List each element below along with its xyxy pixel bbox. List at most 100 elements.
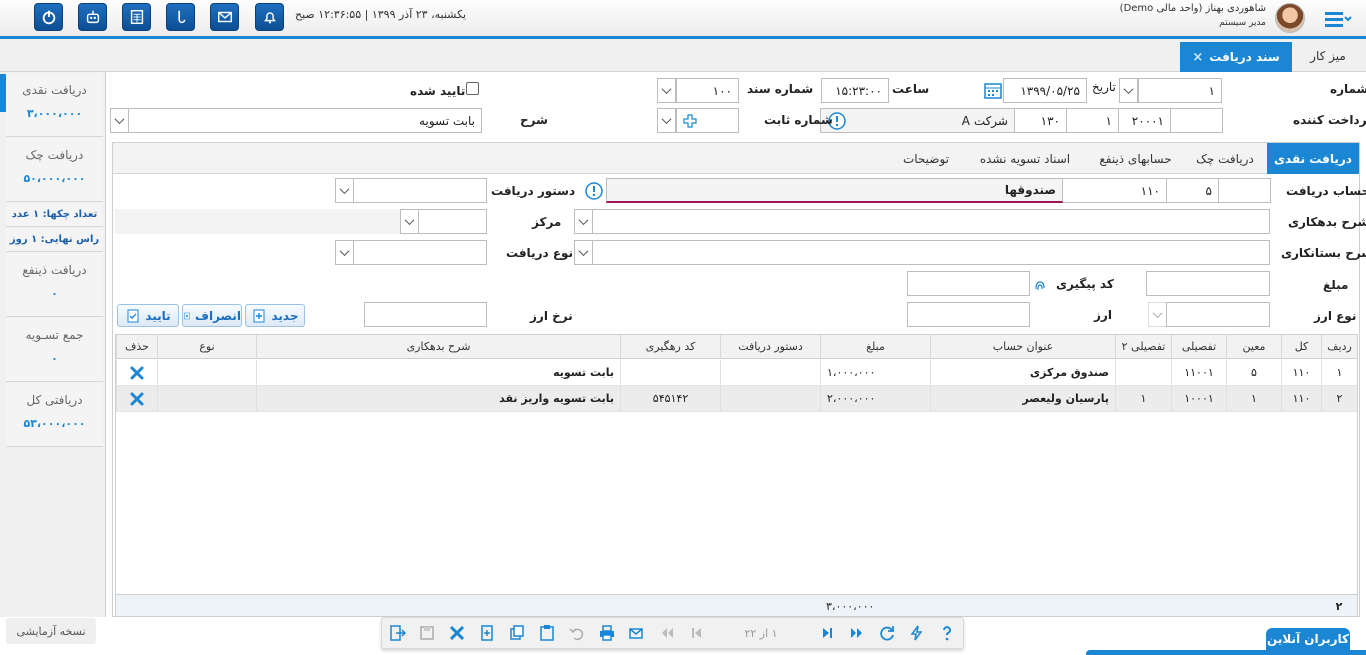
help-button[interactable] [934,620,960,646]
avatar[interactable] [1275,3,1305,33]
subtab-notes[interactable]: توضیحات [890,143,962,174]
calculator-button[interactable] [122,3,151,31]
doc-number-field[interactable]: ۱۰۰ [676,78,739,103]
currency-type-dropdown[interactable] [1148,302,1167,327]
payer-code-field[interactable] [1170,108,1223,133]
payer-label: پرداخت کننده [1293,113,1366,127]
footer-amount-sum: ۳،۰۰۰،۰۰۰ [826,599,875,613]
new-row-button[interactable]: جدید [245,304,305,327]
receive-order-dropdown[interactable] [335,178,354,203]
description-dropdown[interactable] [110,108,129,133]
delete-x-icon [130,366,144,379]
tracking-code-button[interactable] [1032,278,1048,294]
tracking-code-field[interactable] [907,271,1030,296]
online-users-button[interactable]: کاربران آنلاین [1266,628,1350,650]
delete-row-button[interactable] [116,360,157,386]
account-ledger-field[interactable]: ۱۱۰ [1062,178,1167,203]
power-button[interactable] [34,3,63,31]
payer-detail-field[interactable]: ۲۰۰۰۱ [1118,108,1171,133]
debit-description-field[interactable] [592,209,1270,234]
exchange-rate-field[interactable] [364,302,487,327]
receive-type-field[interactable] [353,240,487,265]
credit-description-dropdown[interactable] [574,240,593,265]
support-button[interactable] [78,3,107,31]
print-button[interactable] [594,620,620,646]
fixed-number-field[interactable] [676,108,739,133]
receive-type-dropdown[interactable] [335,240,354,265]
receive-order-field[interactable] [353,178,487,203]
column-header-type[interactable]: نوع [157,335,256,359]
summary-cash-value: ۳،۰۰۰،۰۰۰ [26,107,83,120]
payer-ledger-field[interactable]: ۱۳۰ [1014,108,1067,133]
column-header-debit-desc[interactable]: شرح بدهکاری [256,335,620,359]
column-header-tafsili2[interactable]: تفصیلی ۲ [1115,335,1171,359]
new-doc-button[interactable] [474,620,500,646]
payer-subledger-field[interactable]: ۱ [1066,108,1119,133]
doc-number-dropdown[interactable] [657,78,676,103]
credit-description-field[interactable] [592,240,1270,265]
time-field[interactable]: ۱۵:۲۳:۰۰ [821,78,889,103]
save-button[interactable] [414,620,440,646]
paste-button[interactable] [534,620,560,646]
exchange-rate-label: نرخ ارز [530,309,573,323]
cell-account-title: صندوق مرکزی [930,360,1115,386]
column-header-account-title[interactable]: عنوان حساب [930,335,1115,359]
previous-record-button[interactable] [684,620,710,646]
amount-field[interactable] [1146,271,1270,296]
number-dropdown[interactable] [1119,78,1138,103]
delete-row-button[interactable] [116,386,157,412]
column-header-moein[interactable]: معین [1226,335,1281,359]
exit-button[interactable] [384,620,410,646]
tab-receipt-doc-label: سند دریافت [1209,50,1280,64]
column-header-tracking[interactable]: کد رهگیری [620,335,720,359]
subtab-check[interactable]: دریافت چک [1186,143,1264,174]
quick-action-button[interactable] [904,620,930,646]
column-header-tafsili[interactable]: تفصیلی [1171,335,1226,359]
column-header-amount[interactable]: مبلغ [820,335,930,359]
currency-field[interactable] [907,302,1030,327]
fixed-number-dropdown[interactable] [657,108,676,133]
column-header-delete[interactable]: حذف [116,335,157,359]
tab-receipt-doc[interactable]: سند دریافت × [1180,42,1292,72]
last-record-button[interactable] [844,620,870,646]
close-icon[interactable]: × [1192,50,1203,65]
send-button[interactable] [624,620,650,646]
main-menu-button[interactable] [1323,9,1353,29]
mail-button[interactable] [210,3,239,31]
next-record-button[interactable] [814,620,840,646]
center-name-display [115,209,400,234]
column-header-order[interactable]: دستور دریافت [720,335,820,359]
center-field[interactable] [418,209,487,234]
calendar-button[interactable] [982,78,1004,102]
cell-tracking [620,360,720,386]
usb-button[interactable] [166,3,195,31]
cancel-row-button[interactable]: انصراف [182,304,242,327]
center-dropdown[interactable] [400,209,419,234]
account-info-button[interactable] [583,180,605,202]
subtab-cash[interactable]: دریافت نقدی [1267,143,1359,174]
column-header-kol[interactable]: کل [1281,335,1321,359]
debit-description-dropdown[interactable] [574,209,593,234]
account-detail-field[interactable] [1218,178,1271,203]
copy-button[interactable] [504,620,530,646]
date-field[interactable]: ۱۳۹۹/۰۵/۲۵ [1003,78,1087,103]
delete-button[interactable] [444,620,470,646]
footer-row-count: ۲ [1335,599,1343,613]
refresh-button[interactable] [874,620,900,646]
trial-version-label: نسخه آزمایشی [6,618,96,644]
number-field[interactable]: ۱ [1138,78,1222,103]
confirm-row-button[interactable]: تایید [117,304,179,327]
subtab-unsettled[interactable]: اسناد تسویه نشده [966,143,1084,174]
account-subledger-field[interactable]: ۵ [1166,178,1219,203]
summary-settlement: جمع تسـویه ۰ [6,318,103,382]
first-record-button[interactable] [654,620,680,646]
notifications-button[interactable] [255,3,284,31]
currency-type-field[interactable] [1166,302,1270,327]
column-header-row[interactable]: ردیف [1321,335,1357,359]
cell-type [157,386,256,412]
tab-desk[interactable]: میز کار [1298,41,1358,71]
subtab-beneficiary[interactable]: حسابهای ذینفع [1088,143,1183,174]
undo-button[interactable] [564,620,590,646]
approved-checkbox[interactable] [466,82,479,95]
description-field[interactable]: بابت تسویه [128,108,482,133]
